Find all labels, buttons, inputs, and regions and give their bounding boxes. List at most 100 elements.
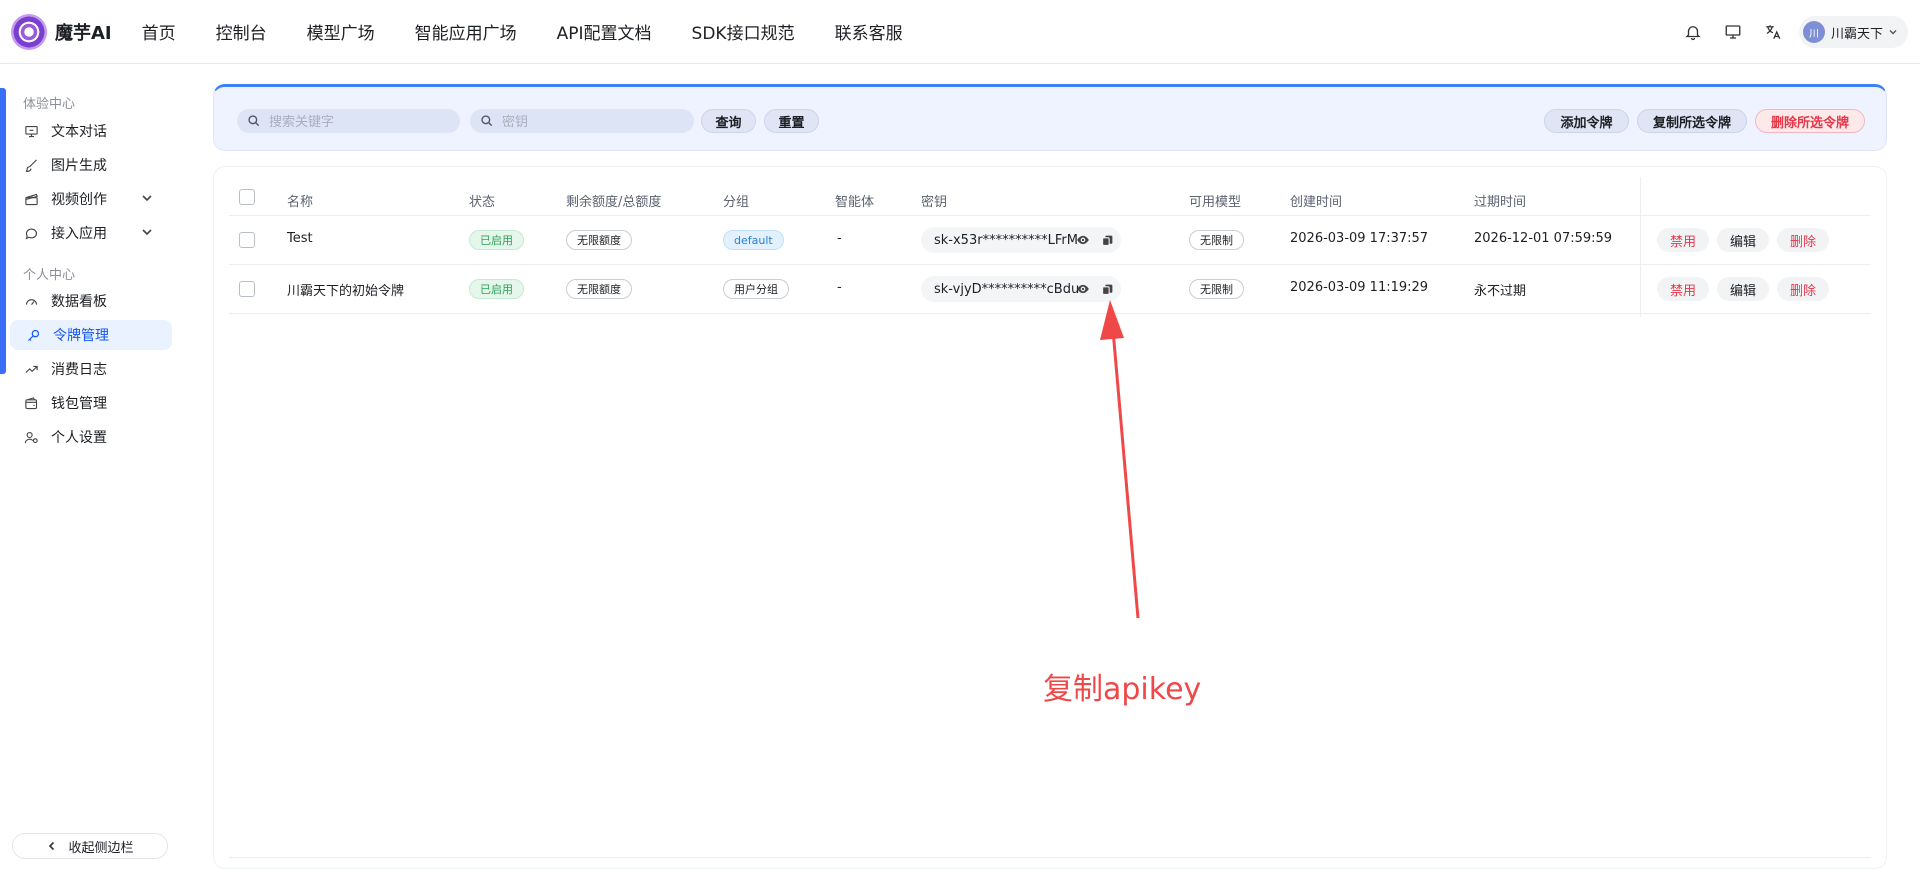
column-header-agent: 智能体 [835, 195, 875, 210]
monitor-icon [23, 123, 39, 139]
nav-model-square[interactable]: 模型广场 [307, 19, 375, 44]
token-name: Test [287, 231, 313, 246]
disable-button[interactable]: 禁用 [1657, 228, 1709, 252]
column-header-status: 状态 [469, 195, 496, 210]
token-name: 川霸天下的初始令牌 [287, 284, 405, 299]
nav-console[interactable]: 控制台 [216, 19, 267, 44]
user-name: 川霸天下 [1830, 26, 1883, 42]
add-token-button[interactable]: 添加令牌 [1544, 109, 1629, 133]
query-button[interactable]: 查询 [701, 109, 756, 133]
sidebar-item-image-gen[interactable]: 图片生成 [8, 150, 172, 180]
key-icon [25, 327, 41, 343]
sidebar-item-video[interactable]: 视频创作 [8, 184, 172, 214]
created-time: 2026-03-09 17:37:57 [1290, 231, 1429, 246]
sidebar-item-dashboard[interactable]: 数据看板 [8, 286, 172, 316]
logo[interactable]: 魔芋AI [11, 13, 112, 50]
row-divider [229, 264, 1871, 265]
key-search[interactable] [470, 109, 694, 133]
sidebar: 体验中心 文本对话 图片生成 视频创作 接入应用 个人中心 数据看板 令牌管理 … [0, 64, 180, 869]
keyword-search-input[interactable] [269, 113, 419, 129]
row-checkbox[interactable] [239, 281, 255, 297]
trend-icon [23, 361, 39, 377]
sidebar-item-personal-settings[interactable]: 个人设置 [8, 422, 172, 452]
quota-tag: 无限额度 [566, 279, 632, 299]
group-tag: 用户分组 [723, 279, 789, 299]
column-header-models: 可用模型 [1189, 195, 1242, 210]
delete-selected-tokens-button[interactable]: 删除所选令牌 [1755, 109, 1865, 133]
translate-icon[interactable] [1753, 12, 1793, 52]
edit-button[interactable]: 编辑 [1717, 277, 1769, 301]
key-search-input[interactable] [502, 113, 652, 129]
edit-button[interactable]: 编辑 [1717, 228, 1769, 252]
sidebar-accent-bar [0, 88, 6, 374]
filter-bar: 查询 重置 添加令牌 复制所选令牌 删除所选令牌 [213, 84, 1887, 151]
row-checkbox[interactable] [239, 232, 255, 248]
clapper-icon [23, 191, 39, 207]
sidebar-group-personal: 个人中心 [23, 268, 76, 283]
user-settings-icon [23, 429, 39, 445]
quota-tag: 无限额度 [566, 230, 632, 250]
monitor-icon[interactable] [1713, 12, 1753, 52]
sidebar-item-token-management[interactable]: 令牌管理 [10, 320, 172, 350]
sidebar-group-experience: 体验中心 [23, 97, 76, 112]
row-divider [229, 313, 1871, 314]
nav-contact[interactable]: 联系客服 [835, 19, 903, 44]
disable-button[interactable]: 禁用 [1657, 277, 1709, 301]
sidebar-item-integrations[interactable]: 接入应用 [8, 218, 172, 248]
chevron-down-icon [1889, 30, 1897, 35]
eye-icon[interactable] [1075, 232, 1091, 248]
key-box: sk-x53r**********LFrM [921, 227, 1121, 253]
reset-button[interactable]: 重置 [764, 109, 819, 133]
search-icon [481, 115, 493, 127]
avatar: 川 [1802, 21, 1825, 43]
nav-sdk-spec[interactable]: SDK接口规范 [692, 19, 795, 44]
key-box: sk-vjyD**********cBdu [921, 276, 1121, 302]
copy-icon[interactable] [1099, 232, 1115, 248]
sidebar-item-label: 个人设置 [51, 430, 107, 446]
nav-home[interactable]: 首页 [142, 19, 176, 44]
created-time: 2026-03-09 11:19:29 [1290, 280, 1429, 295]
collapse-sidebar-button[interactable]: 收起侧边栏 [12, 833, 168, 859]
key-value: sk-x53r**********LFrM [934, 232, 1078, 248]
chevron-down-icon[interactable] [140, 225, 154, 239]
column-header-name: 名称 [287, 195, 314, 210]
nav-api-docs[interactable]: API配置文档 [557, 19, 652, 44]
collapse-sidebar-label: 收起侧边栏 [68, 840, 134, 856]
gauge-icon [23, 293, 39, 309]
eye-icon[interactable] [1075, 281, 1091, 297]
sidebar-item-label: 数据看板 [51, 294, 107, 310]
key-value: sk-vjyD**********cBdu [934, 281, 1080, 297]
bell-icon[interactable] [1673, 12, 1713, 52]
copy-icon[interactable] [1099, 281, 1115, 297]
agent-value: - [837, 280, 842, 295]
models-tag: 无限制 [1189, 279, 1244, 299]
user-menu[interactable]: 川 川霸天下 [1798, 16, 1908, 48]
delete-button[interactable]: 删除 [1777, 277, 1829, 301]
group-tag: default [723, 230, 784, 250]
models-tag: 无限制 [1189, 230, 1244, 250]
chevron-down-icon[interactable] [140, 191, 154, 205]
column-header-quota: 剩余额度/总额度 [566, 195, 662, 210]
status-badge: 已启用 [469, 230, 524, 250]
nav-app-square[interactable]: 智能应用广场 [415, 19, 517, 44]
search-icon [248, 115, 260, 127]
agent-value: - [837, 231, 842, 246]
sidebar-item-consumption-log[interactable]: 消费日志 [8, 354, 172, 384]
token-table: 名称 状态 剩余额度/总额度 分组 智能体 密钥 可用模型 创建时间 过期时间 … [213, 166, 1887, 869]
expire-time: 2026-12-01 07:59:59 [1474, 231, 1613, 246]
delete-button[interactable]: 删除 [1777, 228, 1829, 252]
status-badge: 已启用 [469, 279, 524, 299]
sidebar-item-label: 令牌管理 [53, 328, 109, 344]
column-header-expires: 过期时间 [1474, 195, 1527, 210]
chat-bubble-icon [23, 225, 39, 241]
select-all-checkbox[interactable] [239, 189, 255, 205]
actions-column-divider [1640, 177, 1641, 317]
sidebar-item-text-chat[interactable]: 文本对话 [8, 116, 172, 146]
sidebar-item-wallet[interactable]: 钱包管理 [8, 388, 172, 418]
top-header: 魔芋AI 首页 控制台 模型广场 智能应用广场 API配置文档 SDK接口规范 … [0, 0, 1920, 64]
sidebar-item-label: 钱包管理 [51, 396, 107, 412]
sidebar-item-label: 接入应用 [51, 226, 107, 242]
logo-mark-icon [11, 13, 47, 50]
keyword-search[interactable] [237, 109, 460, 133]
copy-selected-tokens-button[interactable]: 复制所选令牌 [1637, 109, 1747, 133]
